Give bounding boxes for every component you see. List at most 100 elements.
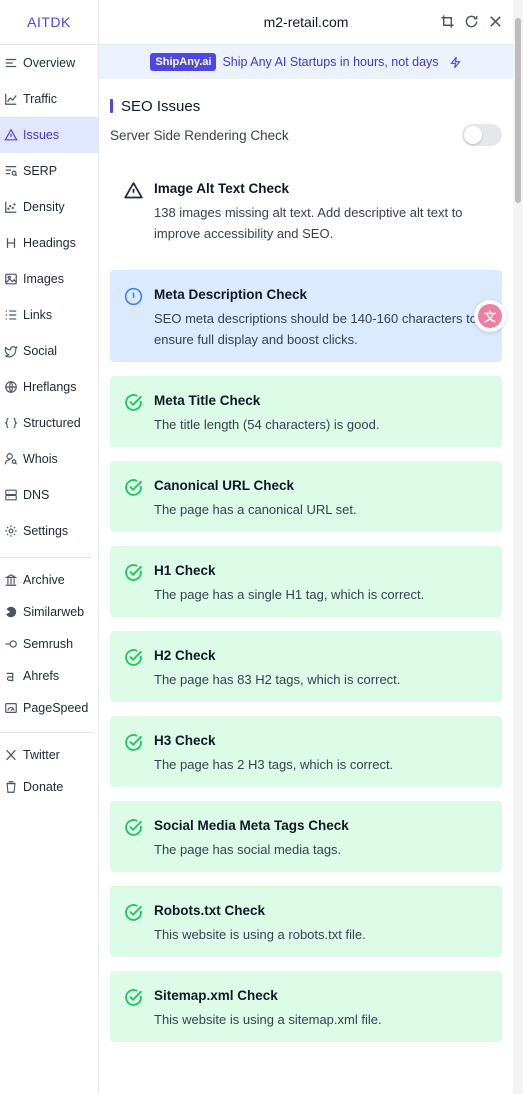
- check-description: The title length (54 characters) is good…: [154, 417, 380, 432]
- sidebar-item-label: Issues: [23, 128, 60, 142]
- site-domain: m2-retail.com: [263, 14, 349, 30]
- density-icon: [4, 200, 18, 214]
- sidebar-item-traffic[interactable]: Traffic: [0, 81, 98, 117]
- check-card: Meta Title Check The title length (54 cha…: [110, 376, 502, 447]
- translate-icon: 文: [478, 304, 502, 328]
- sidebar-item-hreflangs[interactable]: Hreflangs: [0, 369, 98, 405]
- sidebar-item-label: Traffic: [23, 92, 58, 106]
- sidebar-item-headings[interactable]: Headings: [0, 225, 98, 261]
- similarweb-icon: [4, 605, 18, 619]
- sidebar-item-issues[interactable]: Issues: [0, 117, 98, 153]
- check-circle-icon: [123, 647, 144, 668]
- check-circle-icon: [123, 392, 144, 413]
- sidebar-item-similarweb[interactable]: Similarweb: [0, 596, 98, 628]
- check-title: Canonical URL Check: [154, 478, 295, 493]
- check-description: The page has social media tags.: [154, 842, 342, 857]
- check-circle-icon: [123, 477, 144, 498]
- traffic-icon: [4, 92, 18, 106]
- lightning-icon: [449, 56, 462, 69]
- links-icon: [4, 308, 18, 322]
- scrollbar-thumb[interactable]: [515, 18, 521, 203]
- sidebar-item-settings[interactable]: Settings: [0, 513, 98, 549]
- sidebar-item-label: Ahrefs: [23, 669, 60, 683]
- sidebar-item-label: Social: [23, 344, 58, 358]
- sidebar-item-label: Structured: [23, 416, 81, 430]
- check-circle-icon: [123, 562, 144, 583]
- crop-icon[interactable]: [440, 14, 455, 29]
- user-search-icon: [4, 452, 18, 466]
- sidebar-item-label: Images: [23, 272, 64, 286]
- check-card: H1 Check The page has a single H1 tag, wh…: [110, 546, 502, 617]
- sidebar-item-label: Hreflangs: [23, 380, 77, 394]
- sidebar-item-density[interactable]: Density: [0, 189, 98, 225]
- sidebar-item-images[interactable]: Images: [0, 261, 98, 297]
- divider: [0, 557, 92, 558]
- check-title: Sitemap.xml Check: [154, 988, 278, 1003]
- sidebar-item-twitter[interactable]: Twitter: [0, 739, 98, 771]
- check-description: The page has 2 H3 tags, which is correct…: [154, 757, 394, 772]
- check-card: Robots.txt Check This website is using a …: [110, 886, 502, 957]
- ssr-toggle[interactable]: [462, 124, 502, 146]
- sidebar-item-label: Settings: [23, 524, 69, 538]
- title-accent-bar: [110, 99, 113, 113]
- check-card: Meta Description Check SEO meta descripti…: [110, 270, 502, 362]
- sidebar-item-whois[interactable]: Whois: [0, 441, 98, 477]
- sidebar: AITDK Overview Traffic Issues SERP Densi…: [0, 0, 99, 1094]
- sidebar-item-overview[interactable]: Overview: [0, 45, 98, 81]
- sidebar-item-donate[interactable]: Donate: [0, 771, 98, 803]
- check-title: H1 Check: [154, 563, 216, 578]
- ssr-check-row: Server Side Rendering Check: [110, 124, 502, 146]
- app-logo[interactable]: AITDK: [0, 0, 98, 45]
- sidebar-nav: Overview Traffic Issues SERP Density Hea…: [0, 45, 98, 549]
- check-title: Meta Description Check: [154, 287, 308, 302]
- sidebar-item-label: Donate: [23, 780, 64, 794]
- ssr-check-label: Server Side Rendering Check: [110, 127, 289, 143]
- sidebar-item-pagespeed[interactable]: PageSpeed: [0, 692, 98, 724]
- sidebar-item-semrush[interactable]: Semrush: [0, 628, 98, 660]
- x-icon: [4, 748, 18, 762]
- sidebar-item-ahrefs[interactable]: Ahrefs: [0, 660, 98, 692]
- semrush-icon: [4, 637, 18, 651]
- sidebar-item-dns[interactable]: DNS: [0, 477, 98, 513]
- sidebar-item-label: Whois: [23, 452, 58, 466]
- header: m2-retail.com: [99, 0, 513, 45]
- translate-button[interactable]: 文: [474, 300, 506, 332]
- sidebar-item-label: Overview: [23, 56, 76, 70]
- sidebar-item-social[interactable]: Social: [0, 333, 98, 369]
- seo-issues-section: SEO Issues Server Side Rendering Check: [110, 96, 502, 146]
- sidebar-item-label: Twitter: [23, 748, 60, 762]
- check-card: Image Alt Text Check 138 images missing a…: [110, 164, 502, 256]
- sidebar-item-links[interactable]: Links: [0, 297, 98, 333]
- sidebar-item-serp[interactable]: SERP: [0, 153, 98, 189]
- check-description: SEO meta descriptions should be 140-160 …: [154, 311, 478, 347]
- sidebar-item-label: SERP: [23, 164, 58, 178]
- check-card: H2 Check The page has 83 H2 tags, which i…: [110, 631, 502, 702]
- check-card: H3 Check The page has 2 H3 tags, which is…: [110, 716, 502, 787]
- sidebar-item-archive[interactable]: Archive: [0, 564, 98, 596]
- check-title: H2 Check: [154, 648, 216, 663]
- promo-banner[interactable]: ShipAny.ai Ship Any AI Startups in hours…: [99, 45, 513, 79]
- close-icon[interactable]: [488, 14, 503, 29]
- sidebar-item-label: Density: [23, 200, 65, 214]
- warning-icon: [123, 180, 144, 201]
- sidebar-item-label: Archive: [23, 573, 65, 587]
- check-card: Sitemap.xml Check This website is using a…: [110, 971, 502, 1042]
- image-icon: [4, 272, 18, 286]
- check-title: Social Media Meta Tags Check: [154, 818, 349, 833]
- check-circle-icon: [123, 732, 144, 753]
- check-circle-icon: [123, 902, 144, 923]
- sidebar-item-structured[interactable]: Structured: [0, 405, 98, 441]
- sidebar-item-label: PageSpeed: [23, 701, 89, 715]
- check-description: This website is using a robots.txt file.: [154, 927, 366, 942]
- cup-icon: [4, 780, 18, 794]
- check-title: Robots.txt Check: [154, 903, 266, 918]
- check-circle-icon: [123, 817, 144, 838]
- refresh-icon[interactable]: [464, 14, 479, 29]
- warning-icon: [4, 128, 18, 142]
- check-title: Meta Title Check: [154, 393, 261, 408]
- promo-text: Ship Any AI Startups in hours, not days: [222, 55, 439, 69]
- scrollbar[interactable]: [513, 0, 523, 1094]
- ahrefs-icon: [4, 669, 18, 683]
- promo-badge: ShipAny.ai: [150, 53, 217, 71]
- check-card: Social Media Meta Tags Check The page has…: [110, 801, 502, 872]
